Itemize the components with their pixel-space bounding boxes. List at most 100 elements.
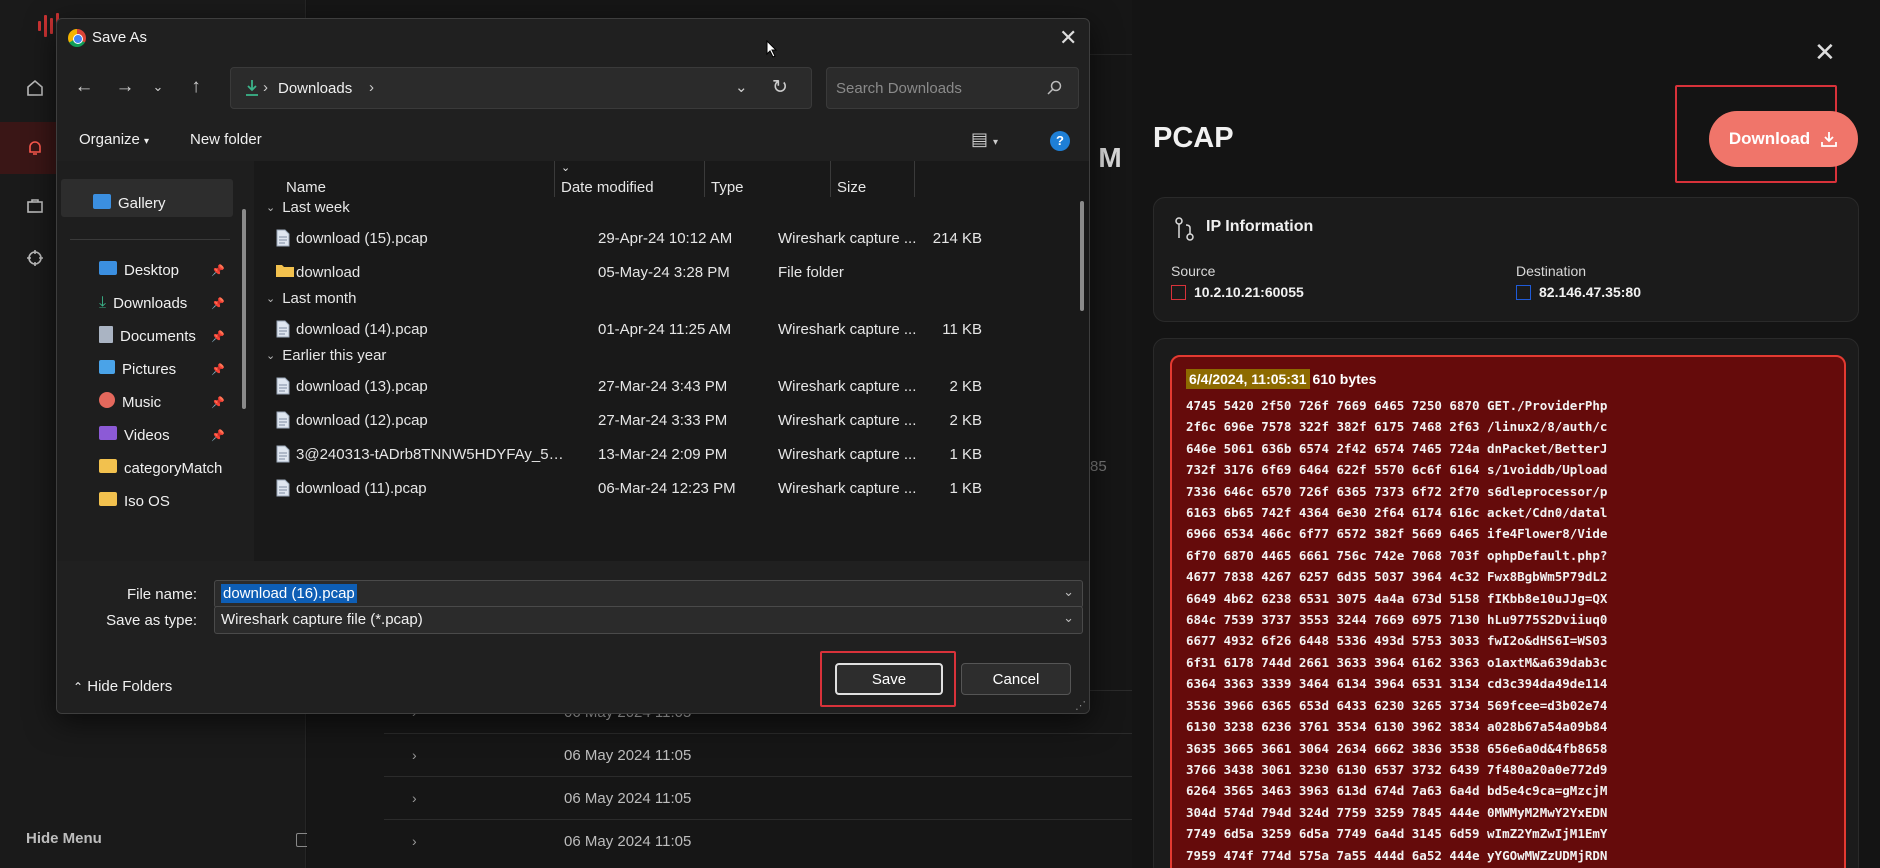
folder-icon [99, 492, 117, 510]
music-icon [99, 392, 115, 412]
hex-line: 4677 7838 4267 6257 6d35 5037 3964 4c32 … [1186, 569, 1608, 585]
group-header[interactable]: ⌄ Last month [266, 290, 356, 307]
save-as-dialog: Save As ✕ ← → ⌄ ↑ › Downloads › ⌄ ↻ Sear… [56, 18, 1090, 714]
nav-item-downloads[interactable]: ⤓ Downloads 📌 [99, 291, 225, 315]
breadcrumb-downloads[interactable]: Downloads [278, 80, 352, 97]
hex-line: 4745 5420 2f50 726f 7669 6465 7250 6870 … [1186, 398, 1608, 413]
expand-chevron-icon[interactable]: › [384, 833, 417, 849]
file-row[interactable]: download (13).pcap 27-Mar-24 3:43 PM Wires… [254, 368, 1044, 404]
save-as-type-select[interactable]: Wireshark capture file (*.pcap) ⌄ [214, 606, 1083, 634]
nav-item-iso-os[interactable]: Iso OS [99, 489, 170, 513]
cancel-button[interactable]: Cancel [961, 663, 1071, 695]
search-placeholder: Search Downloads [836, 80, 962, 97]
hex-line: 6364 3363 3339 3464 6134 3964 6531 3134 … [1186, 676, 1608, 692]
download-button[interactable]: Download [1709, 111, 1858, 167]
file-date: 05-May-24 3:28 PM [598, 264, 730, 281]
pin-icon[interactable]: 📌 [211, 297, 225, 310]
chevron-up-icon: ⌃ [73, 680, 84, 694]
hex-line: 6130 3238 6236 3761 3534 6130 3962 3834 … [1186, 719, 1608, 735]
nav-item-documents[interactable]: Documents 📌 [99, 324, 225, 348]
nav-item-gallery[interactable]: Gallery [93, 191, 166, 215]
file-name: download (11).pcap [296, 480, 427, 497]
file-size: 1 KB [949, 446, 982, 463]
hide-menu-label[interactable]: Hide Menu [26, 830, 102, 847]
up-arrow-icon[interactable]: ↑ [183, 75, 209, 101]
destination-color-swatch [1516, 284, 1531, 300]
file-list-scrollbar[interactable] [1080, 201, 1084, 311]
file-row[interactable]: download (15).pcap 29-Apr-24 10:12 AM Wire… [254, 220, 1044, 256]
nav-item-categorymatch[interactable]: categoryMatch [99, 456, 222, 480]
collapse-chevron-icon[interactable]: ⌄ [266, 201, 275, 214]
save-button[interactable]: Save [835, 663, 943, 695]
address-bar[interactable]: › Downloads › ⌄ ↻ [230, 67, 812, 109]
nav-item-videos[interactable]: Videos 📌 [99, 423, 225, 447]
view-options-icon[interactable]: ▤ ▾ [971, 129, 998, 150]
organize-label: Organize [79, 131, 140, 148]
help-icon[interactable]: ? [1050, 131, 1070, 151]
file-row[interactable]: 3@240313-tADrb8TNNW5HDYFAy_5XFjn... 13-Ma… [254, 436, 1044, 472]
nav-item-label: Gallery [118, 194, 166, 212]
file-date: 06-Mar-24 12:23 PM [598, 480, 736, 497]
table-row[interactable]: › 06 May 2024 11:05 [384, 733, 1132, 776]
group-header[interactable]: ⌄ Last week [266, 199, 350, 216]
pin-icon[interactable]: 📌 [211, 363, 225, 376]
group-label: Earlier this year [282, 347, 387, 364]
file-name: download (14).pcap [296, 321, 428, 338]
collapse-chevron-icon[interactable]: ⌄ [266, 349, 275, 362]
file-row[interactable]: download (11).pcap 06-Mar-24 12:23 PM Wire… [254, 470, 1044, 506]
file-row[interactable]: download (12).pcap 27-Mar-24 3:33 PM Wires… [254, 402, 1044, 438]
file-name-input[interactable]: download (16).pcap ⌄ [214, 580, 1083, 608]
refresh-icon[interactable]: ↻ [772, 76, 788, 99]
hide-folders-button[interactable]: ⌃ Hide Folders [73, 678, 172, 695]
column-name[interactable]: Name [286, 179, 326, 196]
address-dropdown-chevron-icon[interactable]: ⌄ [735, 78, 748, 96]
nav-item-desktop[interactable]: Desktop 📌 [99, 258, 225, 282]
hex-line: 6163 6b65 742f 4364 6e30 2f64 6174 616c … [1186, 505, 1608, 521]
pin-icon[interactable]: 📌 [211, 429, 225, 442]
back-arrow-icon[interactable]: ← [71, 75, 97, 101]
pin-icon[interactable]: 📌 [211, 330, 225, 343]
nav-item-music[interactable]: Music 📌 [99, 390, 225, 414]
hex-line: 6649 4b62 6238 6531 3075 4a4a 673d 5158 … [1186, 590, 1608, 606]
hex-line: 2f6c 696e 7578 322f 382f 6175 7468 2f63 … [1186, 419, 1608, 435]
pin-icon[interactable]: 📌 [211, 264, 225, 277]
column-type[interactable]: Type [711, 179, 744, 196]
downloads-icon: ⤓ [99, 294, 107, 311]
search-icon [1047, 80, 1062, 95]
nav-scrollbar[interactable] [242, 209, 246, 409]
recent-locations-chevron-icon[interactable]: ⌄ [145, 75, 171, 101]
nav-item-label: Videos [124, 426, 170, 444]
download-label: Download [1728, 129, 1811, 148]
organize-button[interactable]: Organize ▾ [79, 131, 149, 148]
close-icon[interactable]: ✕ [1814, 39, 1836, 65]
column-size[interactable]: Size [837, 179, 866, 196]
table-row[interactable]: › 06 May 2024 11:05 [384, 776, 1132, 819]
dialog-titlebar[interactable]: Save As ✕ [57, 19, 1089, 57]
column-date-modified[interactable]: Date modified [561, 179, 654, 196]
save-options-area: File name: download (16).pcap ⌄ Save as … [57, 561, 1089, 713]
table-row[interactable]: › 06 May 2024 11:05 [384, 819, 1132, 862]
collapse-chevron-icon[interactable]: ⌄ [266, 292, 275, 305]
dialog-close-icon[interactable]: ✕ [1059, 25, 1077, 51]
expand-chevron-icon[interactable]: › [384, 790, 417, 806]
nav-item-pictures[interactable]: Pictures 📌 [99, 357, 225, 381]
command-bar: Organize ▾ New folder ▤ ▾ ? [57, 119, 1089, 161]
row-date: 06 May 2024 11:05 [564, 746, 692, 764]
new-folder-button[interactable]: New folder [190, 131, 262, 148]
destination-value: 82.146.47.35:80 [1516, 284, 1641, 300]
folder-row[interactable]: download 05-May-24 3:28 PM File folder [254, 254, 1044, 290]
group-header[interactable]: ⌄ Earlier this year [266, 347, 386, 364]
save-as-type-dropdown-icon[interactable]: ⌄ [1063, 610, 1074, 626]
breadcrumb-separator-icon[interactable]: › [369, 79, 374, 96]
destination-label: Destination [1516, 263, 1587, 279]
expand-chevron-icon[interactable]: › [384, 747, 417, 763]
pin-icon[interactable]: 📌 [211, 396, 225, 409]
resize-grip-icon[interactable]: ⋰ [1075, 699, 1086, 712]
hex-line: 646e 5061 636b 6574 2f42 6574 7465 724a … [1186, 440, 1608, 456]
file-name-dropdown-icon[interactable]: ⌄ [1063, 584, 1074, 600]
search-input[interactable]: Search Downloads [826, 67, 1079, 109]
file-name: download (12).pcap [296, 412, 428, 429]
hex-line: 3536 3966 6365 653d 6433 6230 3265 3734 … [1186, 697, 1608, 713]
file-row[interactable]: download (14).pcap 01-Apr-24 11:25 AM Wire… [254, 311, 1044, 347]
forward-arrow-icon[interactable]: → [112, 75, 138, 101]
